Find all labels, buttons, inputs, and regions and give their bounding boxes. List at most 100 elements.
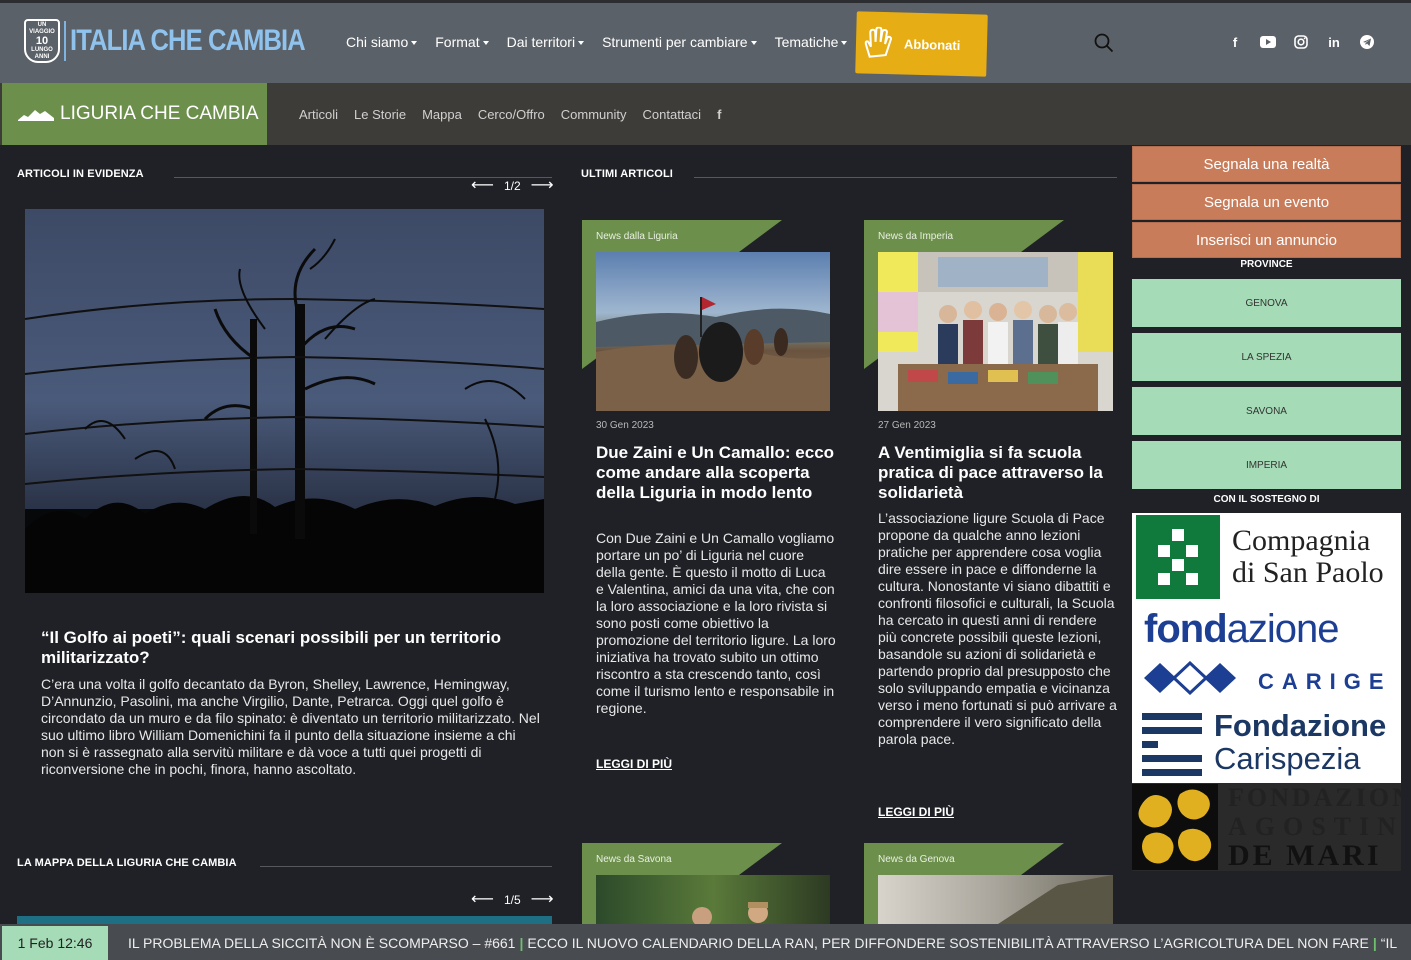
telegram-icon[interactable] bbox=[1359, 34, 1375, 50]
ticker-item[interactable]: IL PROBLEMA DELLA SICCITÀ NON È SCOMPARS… bbox=[128, 935, 515, 951]
carige-bold: fond bbox=[1144, 607, 1228, 651]
mountain-icon bbox=[18, 110, 54, 121]
subnav-mappa[interactable]: Mappa bbox=[422, 107, 462, 122]
read-more-link[interactable]: LEGGI DI PIÙ bbox=[878, 805, 954, 819]
map-heading: LA MAPPA DELLA LIGURIA CHE CAMBIA bbox=[17, 857, 237, 869]
region-nav: Articoli Le Storie Mappa Cerco/Offro Com… bbox=[299, 107, 737, 122]
featured-title[interactable]: “Il Golfo ai poeti”: quali scenari possi… bbox=[41, 628, 541, 668]
site-logo[interactable]: UN VIAGGIO 10 LUNGO ANNI ITALIA CHE CAMB… bbox=[24, 19, 346, 63]
facebook-icon[interactable]: f bbox=[1227, 34, 1243, 50]
tag-label: News da Imperia bbox=[878, 231, 954, 242]
subnav-le-storie[interactable]: Le Storie bbox=[354, 107, 406, 122]
nav-format[interactable]: Format bbox=[435, 34, 488, 50]
featured-image[interactable] bbox=[25, 209, 544, 593]
arrow-right-icon[interactable]: ⟶ bbox=[531, 178, 554, 194]
subscribe-label: Abbonati bbox=[903, 36, 961, 53]
badge-top-text: UN VIAGGIO bbox=[29, 21, 55, 35]
sponsor-name-line1: Compagnia bbox=[1232, 524, 1371, 557]
carige-diamonds bbox=[1144, 661, 1236, 695]
map-slide-preview[interactable] bbox=[17, 916, 552, 924]
badge-bottom-text: LUNGO ANNI bbox=[31, 46, 53, 60]
region-navbar: LIGURIA CHE CAMBIA Articoli Le Storie Ma… bbox=[0, 83, 1411, 145]
provinces-heading: PROVINCE bbox=[1240, 259, 1293, 270]
arrow-right-icon[interactable]: ⟶ bbox=[531, 892, 554, 908]
ticker-items: IL PROBLEMA DELLA SICCITÀ NON È SCOMPARS… bbox=[128, 935, 1411, 951]
main-nav: Chi siamo Format Dai territori Strumenti… bbox=[346, 34, 865, 50]
search-icon[interactable] bbox=[1094, 33, 1114, 53]
sponsor-compagnia-san-paolo[interactable]: Compagnia di San Paolo bbox=[1132, 513, 1401, 601]
region-name: LIGURIA CHE CAMBIA bbox=[60, 103, 259, 124]
subnav-articoli[interactable]: Articoli bbox=[299, 107, 338, 122]
article-description: Con Due Zaini e Un Camallo vogliamo port… bbox=[596, 530, 836, 716]
facebook-icon[interactable]: f bbox=[717, 107, 721, 122]
article-title[interactable]: A Ventimiglia si fa scuola pratica di pa… bbox=[878, 443, 1118, 503]
logo-text: ITALIA CHE CAMBIA bbox=[70, 24, 306, 57]
article-image[interactable] bbox=[878, 875, 1113, 924]
article-date: 27 Gen 2023 bbox=[878, 420, 936, 431]
article-image[interactable] bbox=[596, 252, 830, 411]
featured-divider bbox=[174, 177, 552, 178]
report-event-button[interactable]: Segnala un evento bbox=[1132, 184, 1401, 220]
de-mari-line3: DE MARI bbox=[1228, 839, 1382, 871]
article-description: L’associazione ligure Scuola di Pace pro… bbox=[878, 510, 1117, 747]
latest-divider bbox=[694, 177, 1117, 178]
map-divider bbox=[260, 866, 552, 867]
province-la-spezia[interactable]: LA SPEZIA bbox=[1132, 333, 1401, 381]
read-more-link[interactable]: LEGGI DI PIÙ bbox=[596, 757, 672, 771]
province-imperia[interactable]: IMPERIA bbox=[1132, 441, 1401, 489]
sponsor-fondazione-carispezia[interactable]: Fondazione Carispezia bbox=[1132, 699, 1401, 783]
nav-tematiche[interactable]: Tematiche bbox=[775, 34, 848, 50]
top-navbar: UN VIAGGIO 10 LUNGO ANNI ITALIA CHE CAMB… bbox=[0, 0, 1411, 83]
map-page: 1/5 bbox=[503, 893, 521, 907]
tag-label: News dalla Liguria bbox=[596, 231, 678, 242]
carispezia-logo bbox=[1142, 713, 1202, 776]
latest-heading: ULTIMI ARTICOLI bbox=[581, 168, 673, 180]
ticker-separator: | bbox=[519, 935, 524, 951]
ticker-separator: | bbox=[1372, 935, 1377, 951]
hand-icon bbox=[864, 26, 893, 58]
anniversary-badge: UN VIAGGIO 10 LUNGO ANNI bbox=[24, 19, 60, 63]
article-date: 30 Gen 2023 bbox=[596, 420, 654, 431]
article-image[interactable] bbox=[596, 875, 830, 924]
genova-photo bbox=[998, 875, 1113, 924]
report-reality-button[interactable]: Segnala una realtà bbox=[1132, 146, 1401, 182]
subnav-community[interactable]: Community bbox=[561, 107, 627, 122]
subnav-cerco-offro[interactable]: Cerco/Offro bbox=[478, 107, 545, 122]
tag-label: News da Genova bbox=[878, 854, 955, 865]
badge-number: 10 bbox=[35, 34, 49, 47]
sponsor-fondazione-de-mari[interactable]: FONDAZIONE AGOSTINO DE MARI bbox=[1132, 783, 1401, 871]
province-savona[interactable]: SAVONA bbox=[1132, 387, 1401, 435]
nav-chi-siamo[interactable]: Chi siamo bbox=[346, 34, 417, 50]
map-pager: ⟵ 1/5 ⟶ bbox=[471, 892, 554, 908]
barbed-wire-photo bbox=[25, 238, 544, 593]
de-mari-line2: AGOSTINO bbox=[1228, 812, 1401, 841]
featured-pager: ⟵ 1/2 ⟶ bbox=[471, 178, 554, 194]
region-title[interactable]: LIGURIA CHE CAMBIA bbox=[2, 83, 267, 145]
featured-description: C’era una volta il golfo decantato da By… bbox=[41, 676, 540, 777]
subscribe-button[interactable]: Abbonati bbox=[855, 11, 988, 77]
arrow-left-icon[interactable]: ⟵ bbox=[471, 178, 494, 194]
ticker-item[interactable]: “IL bbox=[1381, 935, 1397, 951]
nav-dai-territori[interactable]: Dai territori bbox=[507, 34, 584, 50]
featured-heading: ARTICOLI IN EVIDENZA bbox=[17, 168, 144, 180]
social-links: f in bbox=[1227, 34, 1375, 50]
group-photo bbox=[878, 252, 1113, 411]
sponsor-fondazione-carige[interactable]: fondazione CARIGE bbox=[1132, 601, 1401, 699]
article-image[interactable] bbox=[878, 252, 1113, 411]
post-ad-button[interactable]: Inserisci un annuncio bbox=[1132, 222, 1401, 258]
linkedin-icon[interactable]: in bbox=[1326, 34, 1342, 50]
province-genova[interactable]: GENOVA bbox=[1132, 279, 1401, 327]
de-mari-logo bbox=[1132, 784, 1218, 870]
article-title[interactable]: Due Zaini e Un Camallo: ecco come andare… bbox=[596, 443, 836, 503]
savona-photo bbox=[692, 902, 768, 924]
ticker-item[interactable]: ECCO IL NUOVO CALENDARIO DELLA RAN, PER … bbox=[527, 935, 1368, 951]
featured-page: 1/2 bbox=[503, 179, 521, 193]
subnav-contattaci[interactable]: Contattaci bbox=[643, 107, 702, 122]
instagram-icon[interactable] bbox=[1293, 34, 1309, 50]
youtube-icon[interactable] bbox=[1260, 34, 1276, 50]
sponsor-name-line2: di San Paolo bbox=[1232, 556, 1384, 589]
nav-strumenti[interactable]: Strumenti per cambiare bbox=[602, 34, 757, 50]
carige-rest: azione bbox=[1226, 607, 1340, 651]
arrow-left-icon[interactable]: ⟵ bbox=[471, 892, 494, 908]
de-mari-line1: FONDAZIONE bbox=[1228, 783, 1401, 812]
